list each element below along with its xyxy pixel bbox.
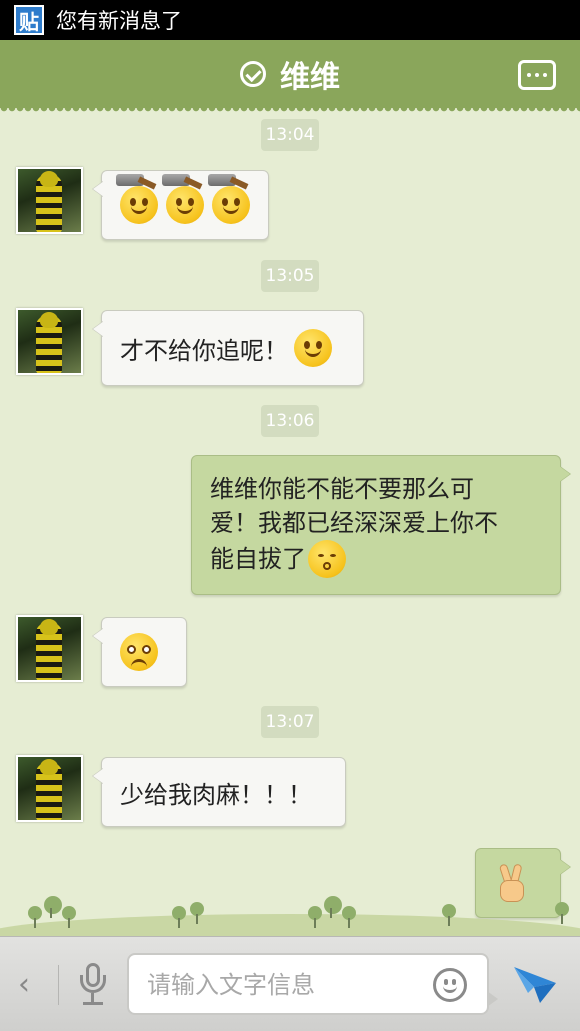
decorative-scenery [0,888,580,936]
more-options-button[interactable] [518,60,556,90]
timestamp: 13:04 [261,119,319,151]
avatar[interactable] [16,167,83,234]
timestamp: 13:05 [261,260,319,292]
avatar[interactable] [16,308,83,375]
notification-text: 您有新消息了 [56,9,182,33]
timestamp: 13:06 [261,405,319,437]
message-text: 才不给你追呢！ [120,336,288,365]
avatar[interactable] [16,615,83,682]
microphone-icon[interactable] [78,963,108,1007]
message-text: 少给我肉麻！！！ [120,780,312,809]
message-text-line: 能自拔了 [210,545,306,573]
chevron-left-icon[interactable]: ‹ [18,967,30,1002]
tieba-notification-icon: 贴 [14,5,44,35]
divider [58,965,59,1005]
page-title: 维维 [280,60,340,95]
incoming-message-bubble[interactable] [92,617,187,687]
emoji-picker-icon[interactable] [433,968,467,1002]
avatar[interactable] [16,755,83,822]
incoming-message-bubble[interactable]: 少给我肉麻！！！ [92,757,346,827]
teary-face-emoji [120,633,158,671]
timestamp: 13:07 [261,706,319,738]
message-text-line: 维维你能不能不要那么可 [210,475,474,503]
chat-header: 维维 [0,40,580,114]
message-input[interactable] [147,967,417,1003]
hammer-face-emoji [208,174,250,224]
hammer-face-emoji [116,174,158,224]
smile-emoji [294,329,332,367]
incoming-message-bubble[interactable] [92,170,269,240]
incoming-message-bubble[interactable]: 才不给你追呢！ [92,310,364,386]
check-circle-icon [240,61,266,87]
hammer-face-emoji [162,174,204,224]
input-bar: ‹ [0,936,580,1031]
kiss-emoji [308,540,346,578]
message-text-line: 爱！我都已经深深爱上你不 [210,509,498,537]
message-input-container [127,953,498,1015]
send-icon[interactable] [512,963,558,1005]
status-bar: 贴 您有新消息了 [0,0,580,40]
outgoing-message-bubble[interactable]: 维维你能不能不要那么可 爱！我都已经深深爱上你不 能自拔了 [191,455,571,595]
